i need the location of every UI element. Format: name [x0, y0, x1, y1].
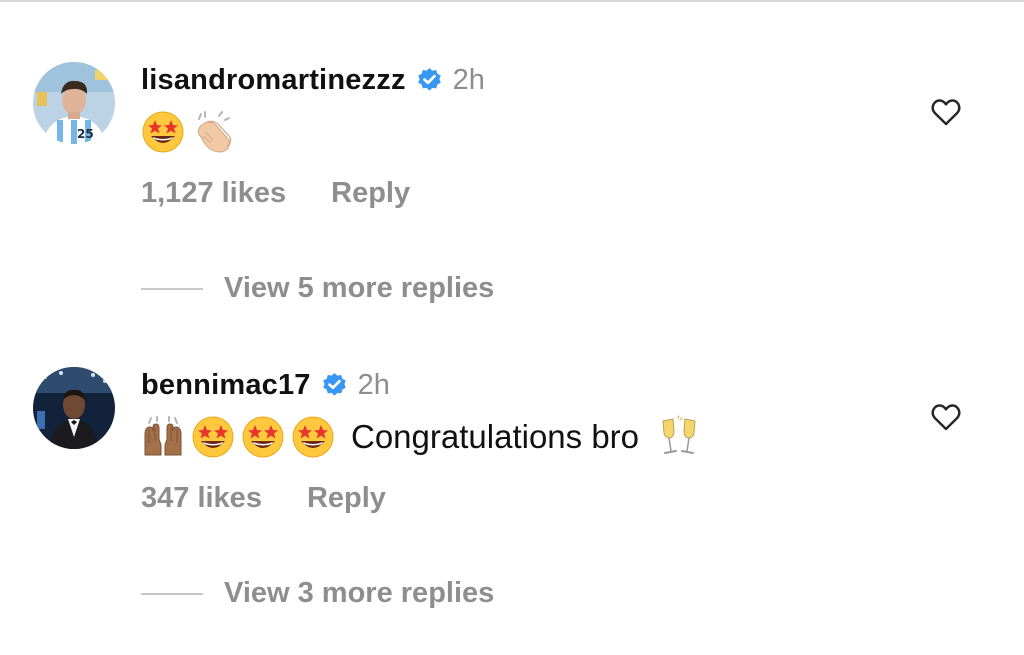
heart-outline-icon[interactable] [929, 95, 963, 129]
comment-body [141, 107, 241, 157]
top-divider [0, 0, 1024, 2]
avatar[interactable] [33, 367, 115, 449]
likes-count[interactable]: 1,127 likes [141, 177, 286, 210]
view-replies-link[interactable]: View 3 more replies [224, 577, 494, 610]
clinking-glasses-emoji [657, 415, 701, 459]
verified-badge-icon [416, 67, 443, 94]
reply-button[interactable]: Reply [331, 177, 410, 210]
comment-body: Congratulations bro [141, 412, 707, 462]
timestamp: 2h [452, 63, 485, 96]
likes-count[interactable]: 347 likes [141, 482, 262, 515]
username-row: bennimac17 2h [141, 367, 390, 403]
timestamp: 2h [357, 368, 390, 401]
star-struck-emoji [191, 415, 235, 459]
avatar[interactable]: 25 [33, 62, 115, 144]
comment-text: Congratulations bro [351, 418, 640, 455]
svg-text:25: 25 [77, 127, 94, 141]
view-replies-link[interactable]: View 5 more replies [224, 272, 494, 305]
star-struck-emoji [241, 415, 285, 459]
star-struck-emoji [141, 110, 185, 154]
comment-meta: 347 likes Reply [141, 482, 386, 515]
clapping-hands-emoji [191, 110, 235, 154]
view-more-replies[interactable]: View 3 more replies [141, 577, 494, 610]
username-row: lisandromartinezzz 2h [141, 62, 485, 98]
star-struck-emoji [291, 415, 335, 459]
verified-badge-icon [321, 372, 348, 399]
raising-hands-emoji [141, 415, 185, 459]
username[interactable]: bennimac17 [141, 369, 311, 402]
comment-meta: 1,127 likes Reply [141, 177, 410, 210]
view-more-replies[interactable]: View 5 more replies [141, 272, 494, 305]
reply-button[interactable]: Reply [307, 482, 386, 515]
replies-divider [141, 592, 203, 595]
username[interactable]: lisandromartinezzz [141, 64, 406, 97]
heart-outline-icon[interactable] [929, 400, 963, 434]
replies-divider [141, 287, 203, 290]
